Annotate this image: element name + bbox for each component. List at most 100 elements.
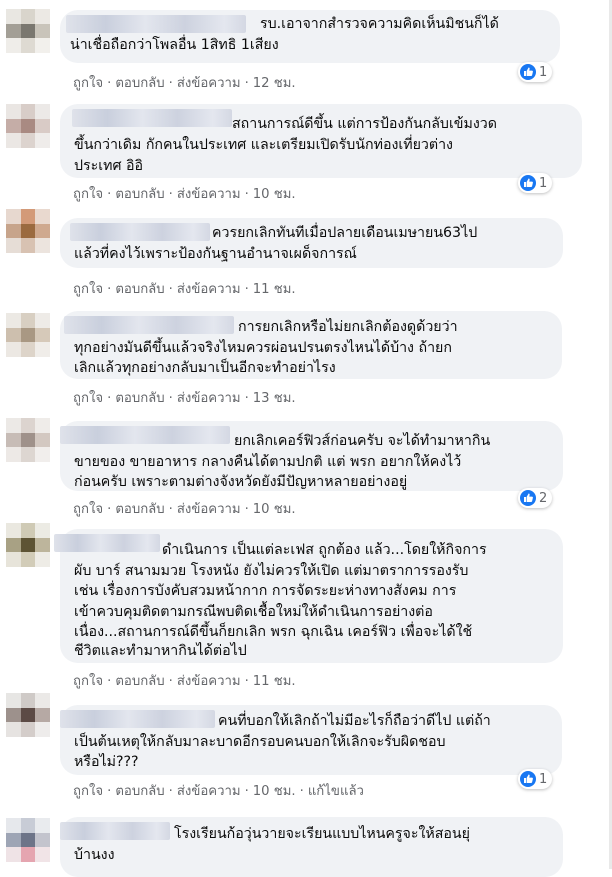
like-button[interactable]: ถูกใจ: [73, 72, 103, 93]
commenter-name-blurred[interactable]: [72, 109, 232, 127]
like-icon: [520, 64, 536, 80]
comment-actions: ถูกใจ · ตอบกลับ · ส่งข้อความ · 12 ชม.: [73, 72, 296, 93]
like-button[interactable]: ถูกใจ: [73, 498, 103, 519]
comment-actions: ถูกใจ · ตอบกลับ · ส่งข้อความ · 11 ชม.: [73, 670, 296, 691]
timestamp-link[interactable]: 10 ชม.: [253, 498, 296, 519]
commenter-name-blurred[interactable]: [54, 534, 160, 552]
separator: ·: [244, 502, 249, 517]
send-message-button[interactable]: ส่งข้อความ: [177, 278, 241, 299]
separator: ·: [168, 282, 173, 297]
comment-text-line: แล้วที่คงไว้เพราะป้องกันฐานอำนาจเผด็จการ…: [74, 246, 357, 262]
comment-actions: ถูกใจ · ตอบกลับ · ส่งข้อความ · 11 ชม.: [73, 278, 296, 299]
like-button[interactable]: ถูกใจ: [73, 670, 103, 691]
reply-button[interactable]: ตอบกลับ: [115, 780, 164, 801]
send-message-button[interactable]: ส่งข้อความ: [177, 72, 241, 93]
comment-text-line: การยกเลิกหรือไม่ยกเลิกต้องดูด้วยว่า: [238, 319, 458, 335]
reaction-count-label: 1: [539, 771, 548, 787]
comment-bubble: การยกเลิกหรือไม่ยกเลิกต้องดูด้วยว่า ทุกอ…: [60, 311, 562, 379]
comment-bubble: รบ.เอาจากสำรวจความคิดเห็นมิชนก็ได้ น่าเช…: [60, 10, 560, 63]
avatar[interactable]: [6, 523, 50, 567]
comment-text-line: บ้านงง: [74, 847, 115, 863]
like-icon: [520, 175, 536, 191]
avatar[interactable]: [6, 313, 50, 357]
separator: ·: [168, 674, 173, 689]
commenter-name-blurred[interactable]: [66, 15, 246, 33]
reply-button[interactable]: ตอบกลับ: [115, 670, 164, 691]
reply-button[interactable]: ตอบกลับ: [115, 183, 164, 204]
separator: ·: [107, 502, 112, 517]
commenter-name-blurred[interactable]: [60, 426, 230, 444]
commenter-name-blurred[interactable]: [64, 316, 234, 334]
comment-bubble: ควรยกเลิกทันทีเมื่อปลายเดือนเมษายน63ไป แ…: [60, 218, 563, 268]
timestamp-link[interactable]: 10 ชม.: [253, 780, 296, 801]
comment-text-line: ขายของ ขายอาหาร กลางคืนได้ตามปกติ แต่ พร…: [74, 454, 462, 470]
comment-bubble: โรงเรียนก้อวุ่นวายจะเรียนแบบไหนครูจะให้ส…: [60, 817, 563, 877]
comment-text-line: ทุกอย่างมันดีขึ้นแล้วจริงไหมควรผ่อนปรนตร…: [74, 340, 452, 356]
send-message-button[interactable]: ส่งข้อความ: [177, 183, 241, 204]
avatar[interactable]: [6, 209, 50, 253]
like-button[interactable]: ถูกใจ: [73, 278, 103, 299]
send-message-button[interactable]: ส่งข้อความ: [177, 780, 241, 801]
comment-text-line: เนื่อง...สถานการณ์ดีขึ้นก็ยกเลิก พรก ฉุก…: [74, 624, 473, 640]
reaction-count-label: 2: [539, 490, 548, 506]
like-button[interactable]: ถูกใจ: [73, 387, 103, 408]
comment-text-line: ดำเนินการ เป็นแต่ละเฟส ถูกต้อง แล้ว...โด…: [162, 542, 487, 558]
timestamp-link[interactable]: 12 ชม.: [253, 72, 296, 93]
separator: ·: [107, 674, 112, 689]
separator: ·: [168, 76, 173, 91]
separator: ·: [107, 76, 112, 91]
comment-text-line: หรือไม่???: [74, 754, 139, 770]
comment-text-line: ประเทศ อิอิ: [74, 158, 144, 174]
comment-text-line: ก่อนครับ เพราะตามต่างจังหวัดยังมีปัญหาหล…: [74, 474, 408, 490]
separator: ·: [107, 282, 112, 297]
comment-text-line: ขึ้นกว่าเดิม กักคนในประเทศ และเตรียมเปิด…: [74, 137, 453, 153]
like-icon: [520, 771, 536, 787]
comment-text-line: น่าเชื่อถือกว่าโพลอื่น 1สิทธิ 1เสียง: [70, 37, 279, 53]
send-message-button[interactable]: ส่งข้อความ: [177, 498, 241, 519]
avatar[interactable]: [6, 693, 50, 737]
separator: ·: [107, 187, 112, 202]
separator: ·: [244, 391, 249, 406]
reply-button[interactable]: ตอบกลับ: [115, 498, 164, 519]
send-message-button[interactable]: ส่งข้อความ: [177, 387, 241, 408]
reply-button[interactable]: ตอบกลับ: [115, 387, 164, 408]
comment-text-line: รบ.เอาจากสำรวจความคิดเห็นมิชนก็ได้: [260, 16, 499, 32]
separator: ·: [299, 784, 304, 799]
separator: ·: [168, 187, 173, 202]
comment-text-line: โรงเรียนก้อวุ่นวายจะเรียนแบบไหนครูจะให้ส…: [174, 826, 470, 842]
timestamp-link[interactable]: 11 ชม.: [253, 278, 296, 299]
commenter-name-blurred[interactable]: [70, 223, 210, 241]
reply-button[interactable]: ตอบกลับ: [115, 72, 164, 93]
comment-actions: ถูกใจ · ตอบกลับ · ส่งข้อความ · 13 ชม.: [73, 387, 296, 408]
comment-bubble: ยกเลิกเคอร์ฟิวส์ก่อนครับ จะได้ทำมาหากิน …: [60, 421, 563, 491]
timestamp-link[interactable]: 13 ชม.: [253, 387, 296, 408]
timestamp-link[interactable]: 10 ชม.: [253, 183, 296, 204]
avatar[interactable]: [6, 9, 50, 53]
comment-actions: ถูกใจ · ตอบกลับ · ส่งข้อความ · 10 ชม.: [73, 183, 296, 204]
reaction-count[interactable]: 1: [518, 62, 553, 82]
like-icon: [520, 490, 536, 506]
comment-text-line: สถานการณ์ดีขึ้น แต่การป้องกันกลับเข้มงวด: [232, 116, 497, 132]
reply-button[interactable]: ตอบกลับ: [115, 278, 164, 299]
reaction-count[interactable]: 1: [518, 769, 553, 789]
avatar[interactable]: [6, 104, 50, 148]
timestamp-link[interactable]: 11 ชม.: [253, 670, 296, 691]
reaction-count[interactable]: 1: [518, 173, 553, 193]
edited-indicator[interactable]: แก้ไขแล้ว: [308, 780, 364, 801]
reaction-count[interactable]: 2: [518, 488, 553, 508]
separator: ·: [244, 76, 249, 91]
comment-text-line: เป็นต้นเหตุให้กลับมาละบาดอีกรอบคนบอกให้เ…: [74, 734, 446, 750]
reaction-count-label: 1: [539, 64, 548, 80]
commenter-name-blurred[interactable]: [60, 822, 170, 840]
separator: ·: [107, 391, 112, 406]
comment-actions: ถูกใจ · ตอบกลับ · ส่งข้อความ · 10 ชม. · แก้ไขแล้…: [73, 780, 364, 801]
commenter-name-blurred[interactable]: [60, 710, 215, 728]
avatar[interactable]: [6, 418, 50, 462]
comment-text-line: เลิกแล้วทุกอย่างกลับมาเป็นอีกจะทำอย่าไรง: [74, 360, 336, 376]
send-message-button[interactable]: ส่งข้อความ: [177, 670, 241, 691]
separator: ·: [244, 674, 249, 689]
avatar[interactable]: [6, 818, 50, 862]
like-button[interactable]: ถูกใจ: [73, 780, 103, 801]
comment-text-line: เช่น เรื่องการบังคับสวมหน้ากาก การจัดระย…: [74, 583, 457, 599]
like-button[interactable]: ถูกใจ: [73, 183, 103, 204]
